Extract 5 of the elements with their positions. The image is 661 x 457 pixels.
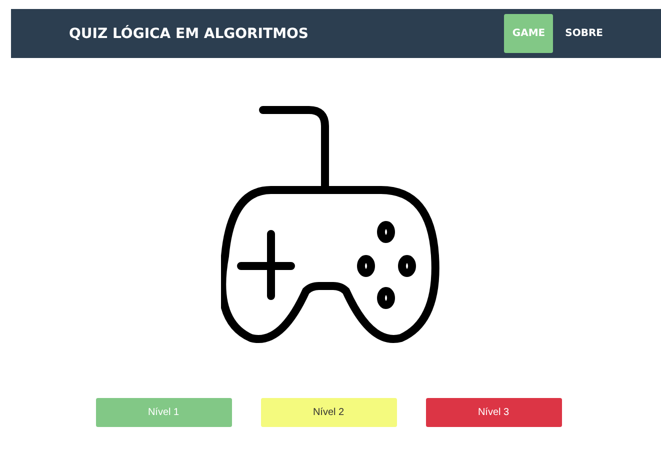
app-title: QUIZ LÓGICA EM ALGORITMOS <box>69 26 310 42</box>
gamepad-icon <box>220 106 440 346</box>
level-button[interactable]: Nível 2 <box>260 398 396 427</box>
nav-link[interactable]: SOBRE <box>557 14 611 53</box>
level-button[interactable]: Nível 3 <box>426 398 562 427</box>
